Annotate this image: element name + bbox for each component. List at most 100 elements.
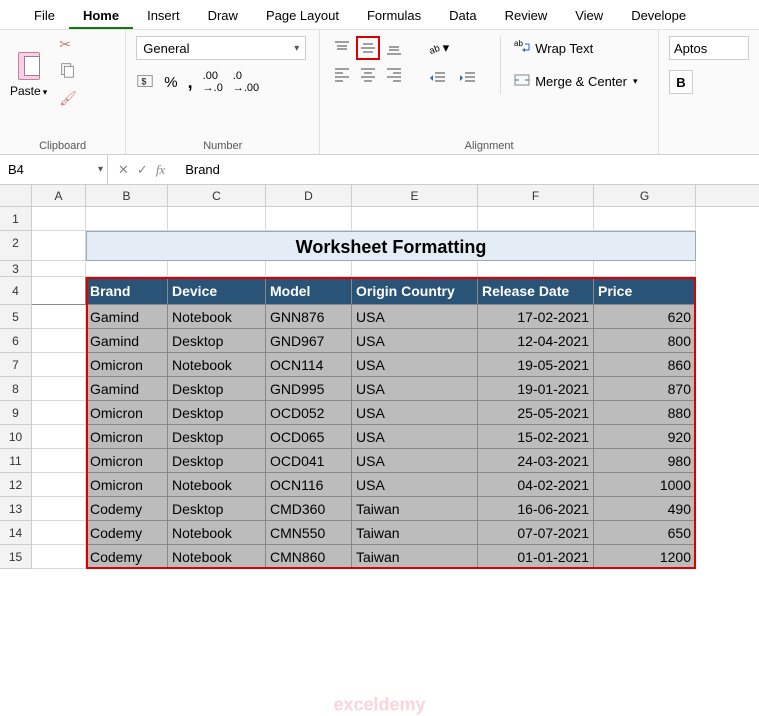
cell[interactable]: 870 (594, 377, 696, 401)
cell[interactable]: Omicron (86, 473, 168, 497)
cell[interactable]: Notebook (168, 473, 266, 497)
cell[interactable]: USA (352, 353, 478, 377)
cell[interactable]: 01-01-2021 (478, 545, 594, 569)
cell[interactable]: Desktop (168, 329, 266, 353)
cell[interactable] (168, 207, 266, 231)
format-painter-icon[interactable]: 🖌 (59, 90, 77, 107)
title-cell[interactable]: Worksheet Formatting (86, 231, 696, 261)
cell[interactable] (32, 231, 86, 261)
cell[interactable]: 19-05-2021 (478, 353, 594, 377)
cell[interactable]: CMD360 (266, 497, 352, 521)
col-header-g[interactable]: G (594, 185, 696, 206)
cell[interactable]: Desktop (168, 425, 266, 449)
cell[interactable]: Notebook (168, 305, 266, 329)
cell[interactable] (352, 207, 478, 231)
cell[interactable]: Desktop (168, 377, 266, 401)
row-header[interactable]: 2 (0, 231, 32, 261)
row-header[interactable]: 8 (0, 377, 32, 401)
cell[interactable]: OCN114 (266, 353, 352, 377)
cell[interactable]: 980 (594, 449, 696, 473)
menu-draw[interactable]: Draw (194, 4, 252, 29)
cell[interactable] (594, 261, 696, 277)
cell[interactable]: Desktop (168, 449, 266, 473)
cell[interactable]: OCD065 (266, 425, 352, 449)
number-format-select[interactable]: General (136, 36, 306, 60)
align-bottom-icon[interactable] (382, 36, 406, 60)
cell[interactable]: Notebook (168, 521, 266, 545)
cell[interactable]: 920 (594, 425, 696, 449)
cell[interactable]: OCD052 (266, 401, 352, 425)
col-header-c[interactable]: C (168, 185, 266, 206)
cell[interactable] (32, 305, 86, 329)
cell[interactable]: Codemy (86, 521, 168, 545)
cell[interactable] (32, 425, 86, 449)
row-header[interactable]: 14 (0, 521, 32, 545)
cell[interactable]: Codemy (86, 545, 168, 569)
row-header[interactable]: 12 (0, 473, 32, 497)
font-name-select[interactable]: Aptos (669, 36, 749, 60)
menu-view[interactable]: View (561, 4, 617, 29)
menu-developer[interactable]: Develope (617, 4, 700, 29)
cell[interactable]: 490 (594, 497, 696, 521)
fx-icon[interactable]: fx (156, 162, 165, 178)
cell[interactable]: CMN860 (266, 545, 352, 569)
cell[interactable]: Omicron (86, 401, 168, 425)
cell[interactable]: Gamind (86, 377, 168, 401)
cell[interactable] (32, 207, 86, 231)
align-center-icon[interactable] (356, 62, 380, 86)
cell[interactable]: 16-06-2021 (478, 497, 594, 521)
cell[interactable]: 1000 (594, 473, 696, 497)
cell[interactable]: Taiwan (352, 545, 478, 569)
cell[interactable]: Desktop (168, 497, 266, 521)
paste-button[interactable]: Paste (10, 46, 47, 98)
align-right-icon[interactable] (382, 62, 406, 86)
cell[interactable]: Gamind (86, 329, 168, 353)
cell[interactable]: Omicron (86, 425, 168, 449)
cell[interactable] (478, 261, 594, 277)
increase-decimal-icon[interactable]: .00→.0 (203, 70, 223, 94)
cancel-formula-icon[interactable]: ✕ (118, 162, 129, 178)
cell[interactable] (32, 521, 86, 545)
align-top-icon[interactable] (330, 36, 354, 60)
cell[interactable]: USA (352, 473, 478, 497)
enter-formula-icon[interactable]: ✓ (137, 162, 148, 178)
cell[interactable]: 650 (594, 521, 696, 545)
menu-formulas[interactable]: Formulas (353, 4, 435, 29)
name-box[interactable]: B4 (0, 155, 108, 184)
cell[interactable]: USA (352, 401, 478, 425)
cell[interactable] (32, 261, 86, 277)
row-header[interactable]: 5 (0, 305, 32, 329)
menu-data[interactable]: Data (435, 4, 490, 29)
cell[interactable]: Codemy (86, 497, 168, 521)
accounting-format-icon[interactable]: $ (136, 72, 154, 93)
menu-home[interactable]: Home (69, 4, 133, 29)
cell[interactable] (32, 473, 86, 497)
cell[interactable] (32, 353, 86, 377)
cell[interactable] (32, 401, 86, 425)
cell[interactable]: Desktop (168, 401, 266, 425)
cell[interactable]: 620 (594, 305, 696, 329)
cell[interactable] (266, 207, 352, 231)
col-header-a[interactable]: A (32, 185, 86, 206)
cell[interactable] (168, 261, 266, 277)
row-header[interactable]: 10 (0, 425, 32, 449)
header-device[interactable]: Device (168, 277, 266, 305)
cell[interactable] (32, 329, 86, 353)
cell[interactable]: Omicron (86, 353, 168, 377)
cut-icon[interactable]: ✂ (59, 36, 77, 53)
cell[interactable]: Gamind (86, 305, 168, 329)
formula-input[interactable]: Brand (175, 162, 220, 177)
cell[interactable]: 1200 (594, 545, 696, 569)
cell[interactable]: Notebook (168, 545, 266, 569)
row-header[interactable]: 1 (0, 207, 32, 231)
row-header[interactable]: 15 (0, 545, 32, 569)
cell[interactable]: OCN116 (266, 473, 352, 497)
cell[interactable] (32, 277, 86, 305)
row-header[interactable]: 9 (0, 401, 32, 425)
cell[interactable]: GND995 (266, 377, 352, 401)
cell[interactable] (32, 449, 86, 473)
header-brand[interactable]: Brand (86, 277, 168, 305)
percent-format-icon[interactable]: % (164, 74, 177, 91)
row-header[interactable]: 4 (0, 277, 32, 305)
cell[interactable]: Taiwan (352, 497, 478, 521)
